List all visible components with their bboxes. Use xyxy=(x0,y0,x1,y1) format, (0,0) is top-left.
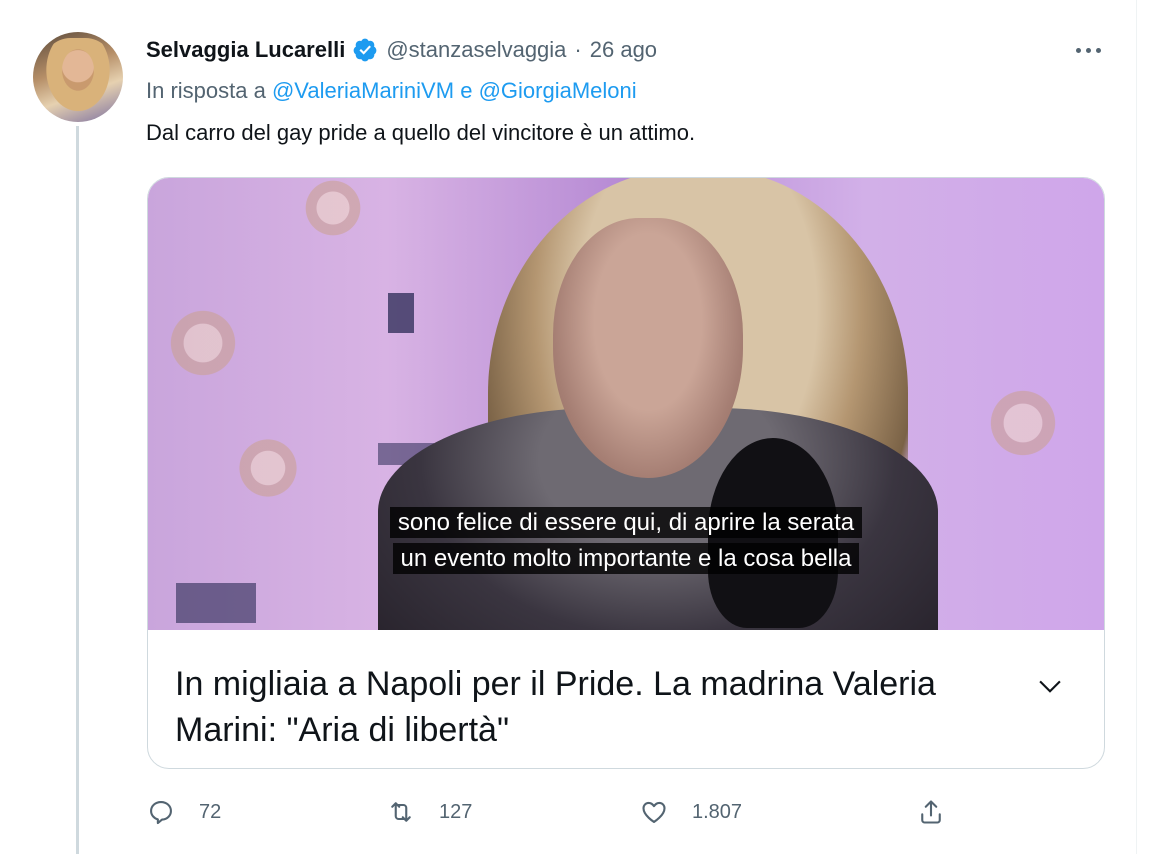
reply-mention-2[interactable]: @GiorgiaMeloni xyxy=(479,78,637,103)
chevron-down-icon[interactable] xyxy=(1036,672,1064,700)
tweet-date[interactable]: 26 ago xyxy=(590,37,657,63)
author-handle[interactable]: @stanzaselvaggia xyxy=(386,37,566,63)
like-icon xyxy=(642,801,666,823)
thread-line xyxy=(76,126,79,854)
header-separator: · xyxy=(574,37,582,62)
reply-mention-1[interactable]: @ValeriaMariniVM xyxy=(272,78,454,103)
video-subtitle-line-2: un evento molto importante e la cosa bel… xyxy=(326,542,926,576)
tweet-header: Selvaggia Lucarelli @stanzaselvaggia · 2… xyxy=(146,34,657,66)
avatar[interactable] xyxy=(33,32,123,122)
reply-count: 72 xyxy=(199,800,222,823)
author-name[interactable]: Selvaggia Lucarelli xyxy=(146,37,345,63)
retweet-button[interactable]: 127 xyxy=(387,792,472,832)
reply-context: In risposta a @ValeriaMariniVM e @Giorgi… xyxy=(146,78,637,104)
link-card[interactable]: sono felice di essere qui, di aprire la … xyxy=(147,177,1105,769)
verified-badge-icon xyxy=(353,38,377,62)
avatar-image xyxy=(41,38,115,118)
reply-prefix: In risposta a xyxy=(146,78,266,103)
card-video-thumbnail[interactable]: sono felice di essere qui, di aprire la … xyxy=(148,178,1104,630)
like-count: 1.807 xyxy=(692,800,743,823)
person-face xyxy=(553,218,743,478)
retweet-icon xyxy=(391,802,411,822)
timeline-border xyxy=(1136,0,1137,854)
more-options-icon[interactable] xyxy=(1070,36,1106,64)
card-title[interactable]: In migliaia a Napoli per il Pride. La ma… xyxy=(175,661,995,753)
share-button[interactable] xyxy=(917,792,969,832)
video-subtitle-line-1: sono felice di essere qui, di aprire la … xyxy=(326,506,926,540)
reply-button[interactable]: 72 xyxy=(147,792,221,832)
retweet-count: 127 xyxy=(439,800,473,823)
like-button[interactable]: 1.807 xyxy=(640,792,742,832)
reply-conjunction: e xyxy=(460,78,473,103)
share-icon xyxy=(921,800,941,824)
reply-icon xyxy=(150,801,172,825)
tweet-text: Dal carro del gay pride a quello del vin… xyxy=(146,120,696,145)
